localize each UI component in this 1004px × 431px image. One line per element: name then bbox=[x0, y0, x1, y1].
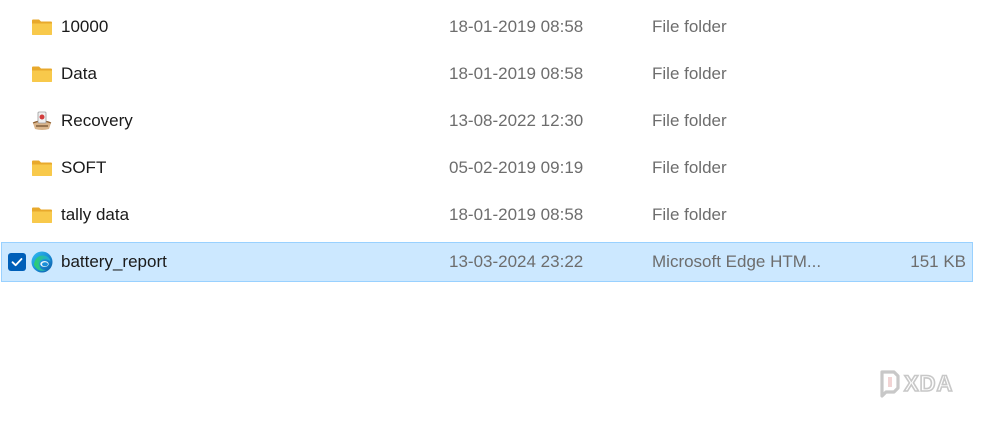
file-type: File folder bbox=[652, 205, 727, 224]
folder-icon bbox=[30, 203, 54, 227]
file-row-tally-data[interactable]: tally data 18-01-2019 08:58 File folder bbox=[1, 195, 973, 235]
file-row-recovery[interactable]: Recovery 13-08-2022 12:30 File folder bbox=[1, 101, 973, 141]
file-name: Data bbox=[61, 64, 97, 83]
file-type: File folder bbox=[652, 64, 727, 83]
file-size: 151 KB bbox=[910, 252, 966, 271]
file-row-10000[interactable]: 10000 18-01-2019 08:58 File folder bbox=[1, 7, 973, 47]
file-name: battery_report bbox=[61, 252, 167, 271]
recovery-folder-icon bbox=[30, 109, 54, 133]
file-row-soft[interactable]: SOFT 05-02-2019 09:19 File folder bbox=[1, 148, 973, 188]
file-row-battery-report[interactable]: battery_report 13-03-2024 23:22 Microsof… bbox=[1, 242, 973, 282]
folder-icon bbox=[30, 62, 54, 86]
file-row-data[interactable]: Data 18-01-2019 08:58 File folder bbox=[1, 54, 973, 94]
file-name: Recovery bbox=[61, 111, 133, 130]
folder-icon bbox=[30, 15, 54, 39]
file-date-modified: 18-01-2019 08:58 bbox=[449, 17, 584, 36]
file-date-modified: 18-01-2019 08:58 bbox=[449, 205, 584, 224]
file-list: 10000 18-01-2019 08:58 File folder Data … bbox=[0, 0, 1004, 431]
file-type: Microsoft Edge HTM... bbox=[652, 252, 822, 271]
file-type: File folder bbox=[652, 17, 727, 36]
file-date-modified: 05-02-2019 09:19 bbox=[449, 158, 584, 177]
file-date-modified: 13-08-2022 12:30 bbox=[449, 111, 584, 130]
file-name: tally data bbox=[61, 205, 130, 224]
select-checkbox[interactable] bbox=[8, 253, 26, 271]
edge-icon bbox=[30, 250, 54, 274]
file-type: File folder bbox=[652, 158, 727, 177]
file-name: SOFT bbox=[61, 158, 107, 177]
folder-icon bbox=[30, 156, 54, 180]
file-date-modified: 13-03-2024 23:22 bbox=[449, 252, 584, 271]
xda-logo: XDA bbox=[876, 366, 972, 400]
file-date-modified: 18-01-2019 08:58 bbox=[449, 64, 584, 83]
file-type: File folder bbox=[652, 111, 727, 130]
svg-text:XDA: XDA bbox=[904, 371, 953, 396]
file-name: 10000 bbox=[61, 17, 109, 36]
